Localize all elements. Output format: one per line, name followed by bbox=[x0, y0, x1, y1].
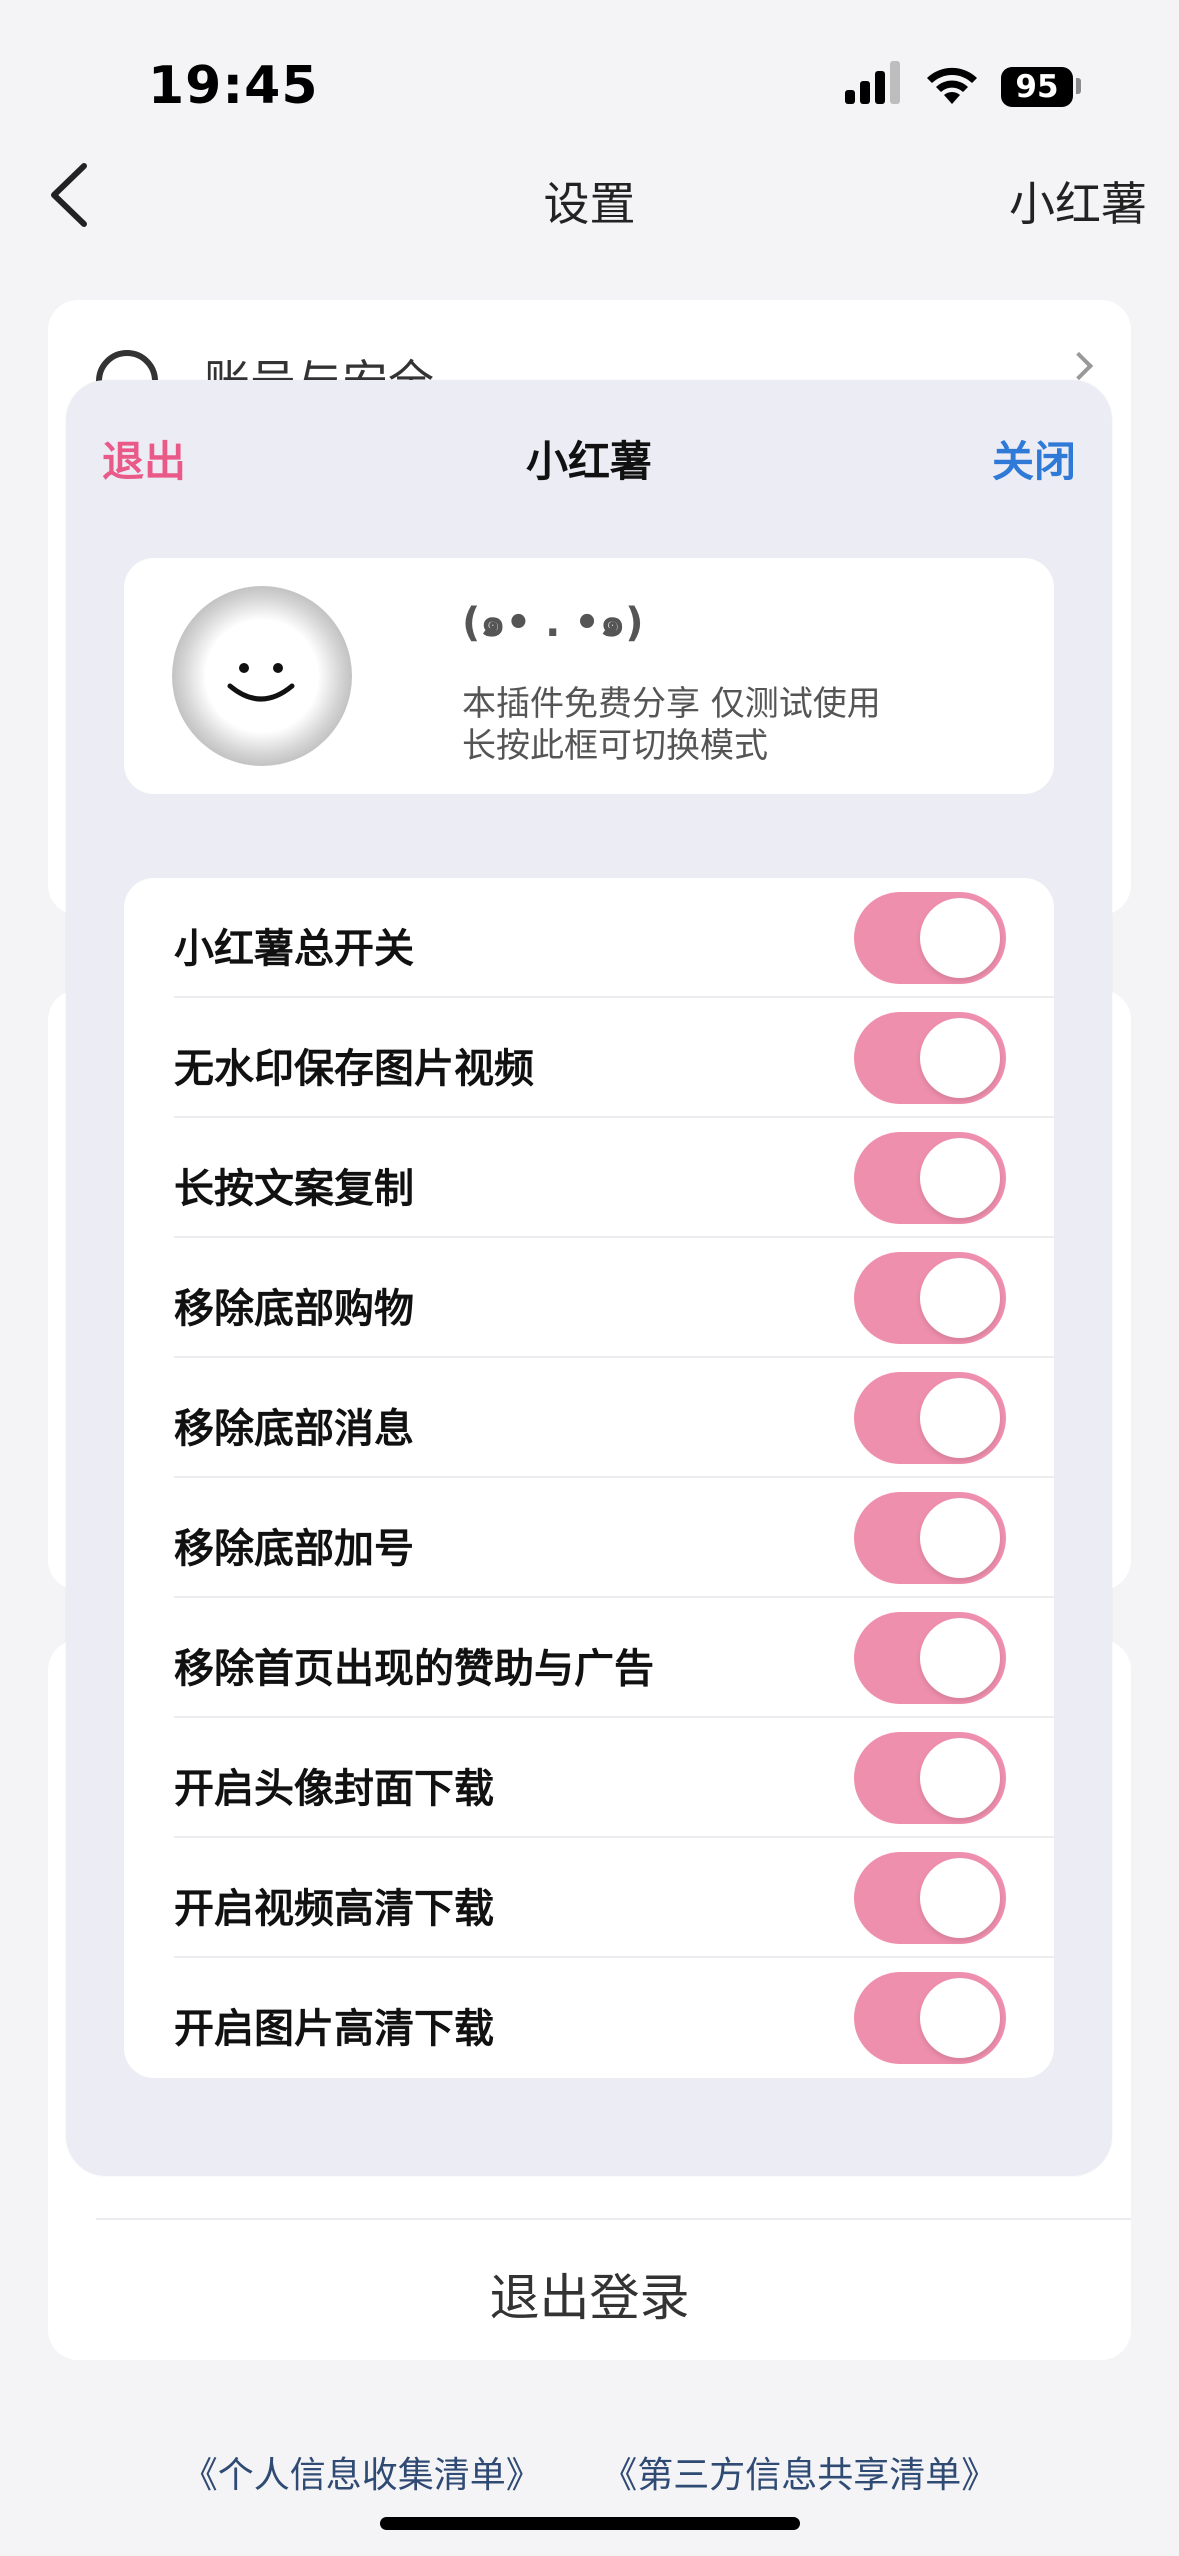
close-button[interactable]: 关闭 bbox=[992, 428, 1076, 489]
toggle-knob bbox=[920, 1378, 1000, 1458]
toggle-knob bbox=[920, 1618, 1000, 1698]
toggle-knob bbox=[920, 1138, 1000, 1218]
toggle-switch[interactable] bbox=[854, 1252, 1006, 1344]
plugin-sheet: 退出 小红薯 关闭 (๑• . •๑) 本插件免费分享 仅测试使用 长按此框可切… bbox=[66, 380, 1112, 2176]
third-party-sharing-link[interactable]: 《第三方信息共享清单》 bbox=[601, 2455, 997, 2496]
toggle-knob bbox=[920, 1498, 1000, 1578]
logout-button[interactable]: 退出登录 bbox=[0, 2258, 1179, 2330]
toggle-switch[interactable] bbox=[854, 1012, 1006, 1104]
settings-row-account[interactable]: 账号与安全 bbox=[96, 336, 1131, 386]
toggle-switch[interactable] bbox=[854, 1492, 1006, 1584]
toggle-row: 开启视频高清下载 bbox=[124, 1838, 1054, 1958]
toggle-label: 小红薯总开关 bbox=[174, 926, 414, 972]
smiley-face-icon bbox=[227, 663, 295, 702]
privacy-collection-link[interactable]: 《个人信息收集清单》 bbox=[182, 2455, 542, 2496]
toggle-switch[interactable] bbox=[854, 892, 1006, 984]
toggle-switch[interactable] bbox=[854, 1612, 1006, 1704]
toggle-label: 移除底部加号 bbox=[174, 1526, 414, 1572]
toggle-switch[interactable] bbox=[854, 1132, 1006, 1224]
toggle-row: 移除首页出现的赞助与广告 bbox=[124, 1598, 1054, 1718]
toggle-knob bbox=[920, 1018, 1000, 1098]
toggle-knob bbox=[920, 1738, 1000, 1818]
toggle-switch[interactable] bbox=[854, 1372, 1006, 1464]
toggle-label: 开启图片高清下载 bbox=[174, 2006, 494, 2052]
toggle-knob bbox=[920, 898, 1000, 978]
chevron-right-icon bbox=[1064, 351, 1094, 381]
info-card[interactable]: (๑• . •๑) 本插件免费分享 仅测试使用 长按此框可切换模式 bbox=[124, 558, 1054, 794]
toggle-label: 长按文案复制 bbox=[174, 1166, 414, 1212]
toggle-row: 长按文案复制 bbox=[124, 1118, 1054, 1238]
toggle-switch[interactable] bbox=[854, 1972, 1006, 2064]
toggle-switch[interactable] bbox=[854, 1732, 1006, 1824]
nav-right-label[interactable]: 小红薯 bbox=[1009, 168, 1147, 234]
page-title: 设置 bbox=[543, 177, 636, 231]
cellular-signal-icon bbox=[845, 61, 900, 104]
toggle-row: 开启头像封面下载 bbox=[124, 1718, 1054, 1838]
status-bar: 19:45 95 bbox=[0, 0, 1179, 150]
toggle-row: 无水印保存图片视频 bbox=[124, 998, 1054, 1118]
battery-nub bbox=[1076, 78, 1081, 94]
toggle-row: 开启图片高清下载 bbox=[124, 1958, 1054, 2078]
kaomoji-text: (๑• . •๑) bbox=[462, 600, 644, 646]
home-indicator bbox=[380, 2517, 800, 2530]
toggle-label: 开启视频高清下载 bbox=[174, 1886, 494, 1932]
toggle-label: 移除底部购物 bbox=[174, 1286, 414, 1332]
toggle-knob bbox=[920, 1858, 1000, 1938]
toggle-row: 移除底部消息 bbox=[124, 1358, 1054, 1478]
avatar bbox=[172, 586, 352, 766]
toggle-row: 移除底部购物 bbox=[124, 1238, 1054, 1358]
sheet-title: 小红薯 bbox=[525, 437, 652, 486]
toggle-label: 移除底部消息 bbox=[174, 1406, 414, 1452]
toggle-row: 移除底部加号 bbox=[124, 1478, 1054, 1598]
toggle-list: 小红薯总开关 无水印保存图片视频 长按文案复制 移除底部购物 移除底部消息 移除… bbox=[124, 878, 1054, 2078]
info-text-line2: 长按此框可切换模式 bbox=[462, 726, 768, 766]
toggle-label: 无水印保存图片视频 bbox=[174, 1046, 534, 1092]
toggle-label: 移除首页出现的赞助与广告 bbox=[174, 1646, 654, 1692]
status-time: 19:45 bbox=[148, 56, 319, 116]
toggle-label: 开启头像封面下载 bbox=[174, 1766, 494, 1812]
divider bbox=[96, 2218, 1131, 2220]
toggle-knob bbox=[920, 1258, 1000, 1338]
toggle-row: 小红薯总开关 bbox=[124, 878, 1054, 998]
wifi-icon bbox=[927, 67, 977, 104]
battery-icon: 95 bbox=[1001, 67, 1073, 107]
footer-links: 《个人信息收集清单》 《第三方信息共享清单》 bbox=[0, 2446, 1179, 2498]
toggle-knob bbox=[920, 1978, 1000, 2058]
toggle-switch[interactable] bbox=[854, 1852, 1006, 1944]
